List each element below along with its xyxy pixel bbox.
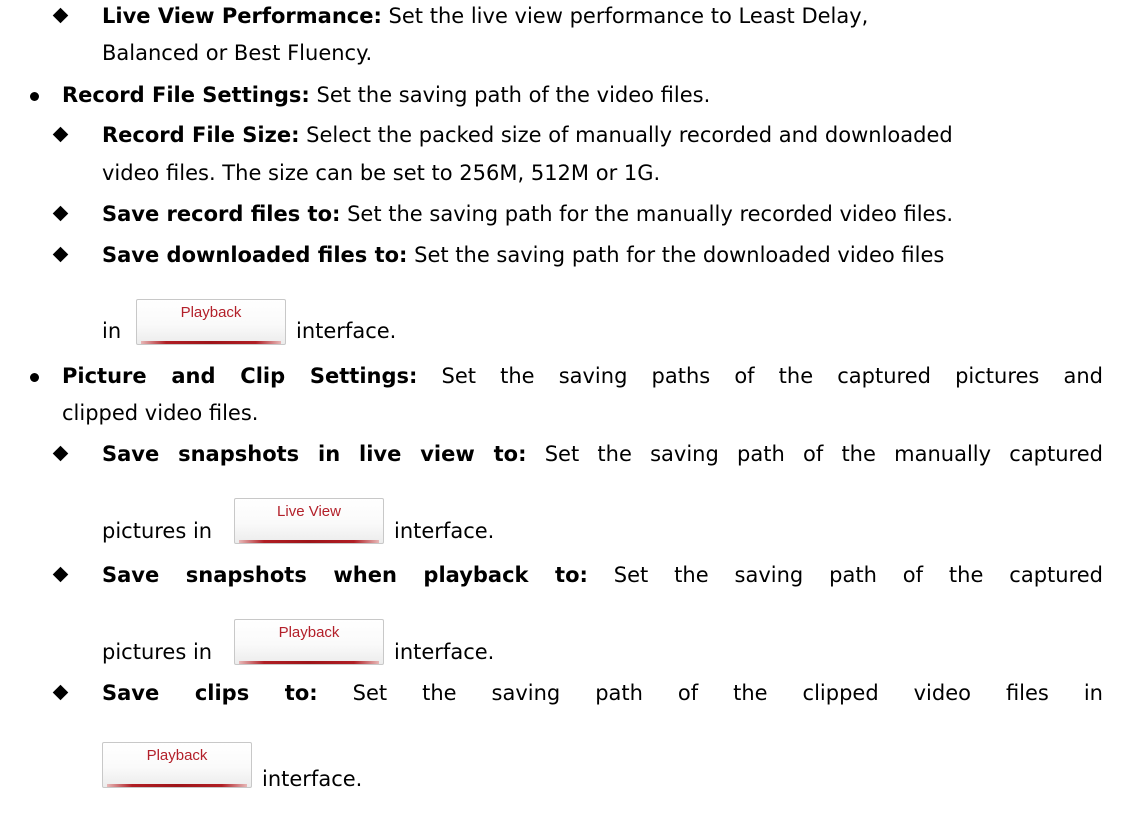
item-label: Save clips to:: [102, 681, 318, 705]
diamond-bullet-icon: [52, 684, 69, 701]
list-item-continuation: Balanced or Best Fluency.: [102, 38, 372, 68]
item-text: interface.: [262, 767, 363, 791]
item-text: Set the saving path of the video files.: [309, 83, 711, 107]
list-item-continuation: interface.: [394, 516, 494, 546]
list-item-continuation: pictures in: [102, 516, 212, 546]
item-text: Set the saving paths of the captured pic…: [417, 364, 1103, 388]
item-text: pictures in: [102, 640, 213, 664]
button-label: Playback: [180, 304, 242, 321]
item-text: clipped video files.: [62, 401, 259, 425]
item-label: Save record files to:: [102, 202, 341, 226]
button-label: Playback: [146, 747, 208, 764]
list-item-picture-clip-settings: Picture and Clip Settings: Set the savin…: [62, 361, 1103, 391]
button-label: Live View: [277, 503, 341, 520]
item-text: interface.: [296, 319, 397, 343]
list-item-continuation: pictures in: [102, 637, 212, 667]
item-text: Select the packed size of manually recor…: [299, 123, 953, 147]
list-item-continuation: interface.: [394, 637, 494, 667]
list-item-continuation: clipped video files.: [62, 398, 258, 428]
list-item-live-view-performance: Live View Performance: Set the live view…: [102, 1, 868, 31]
item-text: in: [102, 319, 122, 343]
diamond-bullet-icon: [52, 246, 69, 263]
playback-button[interactable]: Playback: [234, 619, 384, 665]
list-item-save-record-files: Save record files to: Set the saving pat…: [102, 199, 953, 229]
item-text: Set the live view performance to Least D…: [381, 4, 869, 28]
item-text: Set the saving path of the manually capt…: [526, 442, 1103, 466]
item-text: interface.: [394, 519, 495, 543]
item-text: Balanced or Best Fluency.: [102, 41, 373, 65]
diamond-bullet-icon: [52, 205, 69, 222]
list-item-save-downloaded-files: Save downloaded files to: Set the saving…: [102, 240, 944, 270]
document-page: Live View Performance: Set the live view…: [0, 0, 1123, 818]
button-label: Playback: [278, 624, 340, 641]
item-label: Record File Settings:: [62, 83, 310, 107]
item-label: Save snapshots in live view to:: [102, 442, 527, 466]
item-label: Live View Performance:: [102, 4, 382, 28]
item-label: Record File Size:: [102, 123, 300, 147]
circle-bullet-icon: [30, 373, 39, 382]
item-text: Set the saving path for the manually rec…: [340, 202, 954, 226]
button-underline: [141, 341, 281, 344]
live-view-button[interactable]: Live View: [234, 498, 384, 544]
item-label: Picture and Clip Settings:: [62, 364, 418, 388]
diamond-bullet-icon: [52, 7, 69, 24]
list-item-continuation: interface.: [262, 764, 362, 794]
list-item-continuation: video files. The size can be set to 256M…: [102, 158, 660, 188]
diamond-bullet-icon: [52, 445, 69, 462]
item-text: Set the saving path of the captured: [587, 563, 1104, 587]
list-item-save-clips: Save clips to: Set the saving path of th…: [102, 678, 1103, 708]
list-item-continuation: interface.: [296, 316, 396, 346]
playback-button[interactable]: Playback: [136, 299, 286, 345]
item-text: video files. The size can be set to 256M…: [102, 161, 661, 185]
list-item-record-file-size: Record File Size: Select the packed size…: [102, 120, 953, 150]
diamond-bullet-icon: [52, 566, 69, 583]
list-item-record-file-settings: Record File Settings: Set the saving pat…: [62, 80, 710, 110]
item-text: interface.: [394, 640, 495, 664]
item-text: pictures in: [102, 519, 213, 543]
item-text: Set the saving path for the downloaded v…: [407, 243, 945, 267]
list-item-save-snapshots-live: Save snapshots in live view to: Set the …: [102, 439, 1103, 469]
item-text: Set the saving path of the clipped video…: [317, 681, 1103, 705]
button-underline: [239, 661, 379, 664]
diamond-bullet-icon: [52, 126, 69, 143]
button-underline: [107, 784, 247, 787]
list-item-continuation: in: [102, 316, 121, 346]
item-label: Save downloaded files to:: [102, 243, 408, 267]
circle-bullet-icon: [30, 92, 39, 101]
item-label: Save snapshots when playback to:: [102, 563, 588, 587]
list-item-save-snapshots-playback: Save snapshots when playback to: Set the…: [102, 560, 1103, 590]
playback-button[interactable]: Playback: [102, 742, 252, 788]
button-underline: [239, 540, 379, 543]
